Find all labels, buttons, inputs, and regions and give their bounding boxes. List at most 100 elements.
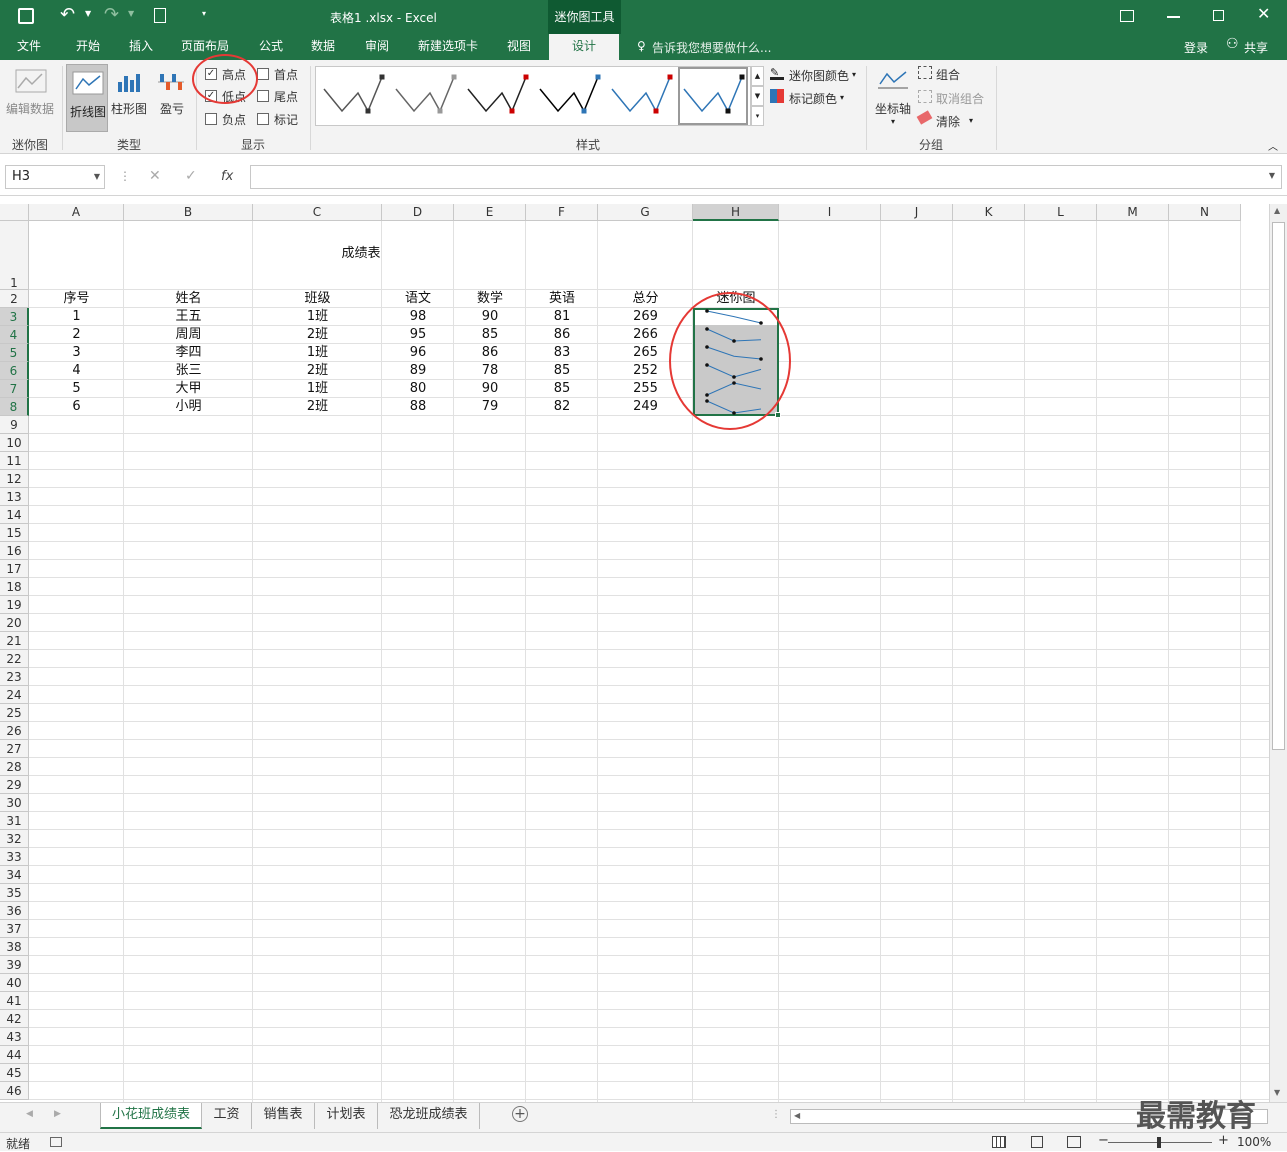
row-header-28[interactable]: 28	[0, 758, 29, 776]
data-cell[interactable]: 4	[29, 362, 124, 380]
row-header-34[interactable]: 34	[0, 866, 29, 884]
row-header-42[interactable]: 42	[0, 1010, 29, 1028]
row-header-14[interactable]: 14	[0, 506, 29, 524]
tab-new[interactable]: 新建选项卡	[408, 34, 488, 60]
column-header-I[interactable]: I	[779, 204, 881, 221]
data-cell[interactable]: 85	[526, 362, 598, 380]
negative-point-checkbox[interactable]	[205, 113, 217, 125]
sparkline-color-button[interactable]: 迷你图颜色	[789, 67, 849, 84]
header-cell[interactable]: 数学	[454, 290, 526, 308]
data-cell[interactable]: 2班	[253, 362, 382, 380]
macro-record-icon[interactable]	[50, 1137, 62, 1147]
row-header-32[interactable]: 32	[0, 830, 29, 848]
collapse-ribbon-icon[interactable]: ︿	[1268, 138, 1278, 153]
tell-me-input[interactable]: 告诉我您想要做什么...	[652, 39, 771, 56]
data-cell[interactable]: 83	[526, 344, 598, 362]
column-header-K[interactable]: K	[953, 204, 1025, 221]
row-header-4[interactable]: 4	[0, 326, 29, 344]
tab-formulas[interactable]: 公式	[248, 34, 294, 60]
column-header-E[interactable]: E	[454, 204, 526, 221]
tab-design[interactable]: 设计	[549, 34, 619, 60]
data-cell[interactable]: 周周	[124, 326, 253, 344]
row-header-15[interactable]: 15	[0, 524, 29, 542]
row-header-18[interactable]: 18	[0, 578, 29, 596]
undo-dropdown-icon[interactable]: ▼	[85, 9, 91, 18]
row-header-20[interactable]: 20	[0, 614, 29, 632]
sheet-prev-icon[interactable]: ◀	[26, 1109, 33, 1119]
row-header-24[interactable]: 24	[0, 686, 29, 704]
markers-checkbox[interactable]	[257, 113, 269, 125]
group-button[interactable]: 组合	[936, 66, 960, 83]
normal-view-icon[interactable]	[992, 1136, 1006, 1148]
style-swatch-2[interactable]	[395, 76, 455, 113]
close-icon[interactable]: ✕	[1257, 4, 1270, 23]
header-cell[interactable]: 班级	[253, 290, 382, 308]
sheet-next-icon[interactable]: ▶	[54, 1109, 61, 1119]
row-header-7[interactable]: 7	[0, 380, 29, 398]
column-header-D[interactable]: D	[382, 204, 454, 221]
row-header-31[interactable]: 31	[0, 812, 29, 830]
sheet-tab-xiaohua[interactable]: 小花班成绩表	[100, 1103, 202, 1129]
data-cell[interactable]: 85	[526, 380, 598, 398]
minimize-icon[interactable]	[1167, 16, 1180, 18]
row-header-26[interactable]: 26	[0, 722, 29, 740]
login-link[interactable]: 登录	[1184, 39, 1208, 56]
redo-icon[interactable]: ↷	[104, 4, 119, 25]
enter-icon[interactable]: ✓	[185, 168, 197, 184]
zoom-slider[interactable]	[1108, 1137, 1212, 1148]
ungroup-button[interactable]: 取消组合	[936, 90, 984, 107]
row-header-19[interactable]: 19	[0, 596, 29, 614]
column-header-N[interactable]: N	[1169, 204, 1241, 221]
column-header-F[interactable]: F	[526, 204, 598, 221]
row-header-43[interactable]: 43	[0, 1028, 29, 1046]
redo-dropdown-icon[interactable]: ▼	[128, 9, 134, 18]
data-cell[interactable]: 89	[382, 362, 454, 380]
row-header-35[interactable]: 35	[0, 884, 29, 902]
tab-view[interactable]: 视图	[494, 34, 544, 60]
row-header-37[interactable]: 37	[0, 920, 29, 938]
row-header-27[interactable]: 27	[0, 740, 29, 758]
scroll-up-icon[interactable]: ▲	[1274, 206, 1280, 215]
column-header-L[interactable]: L	[1025, 204, 1097, 221]
data-cell[interactable]: 小明	[124, 398, 253, 416]
tab-file[interactable]: 文件	[0, 34, 58, 60]
style-gallery[interactable]	[315, 66, 751, 126]
row-header-6[interactable]: 6	[0, 362, 29, 380]
scroll-thumb[interactable]	[1272, 222, 1285, 750]
undo-icon[interactable]: ↶	[60, 4, 75, 25]
data-cell[interactable]: 1班	[253, 308, 382, 326]
data-cell[interactable]: 2班	[253, 326, 382, 344]
row-header-3[interactable]: 3	[0, 308, 29, 326]
page-break-view-icon[interactable]	[1067, 1136, 1081, 1148]
data-cell[interactable]: 80	[382, 380, 454, 398]
column-header-J[interactable]: J	[881, 204, 953, 221]
data-cell[interactable]: 6	[29, 398, 124, 416]
data-cell[interactable]: 王五	[124, 308, 253, 326]
row-header-36[interactable]: 36	[0, 902, 29, 920]
tab-insert[interactable]: 插入	[116, 34, 166, 60]
type-line-button[interactable]: 折线图	[66, 64, 108, 132]
row-header-23[interactable]: 23	[0, 668, 29, 686]
row-header-13[interactable]: 13	[0, 488, 29, 506]
column-header-B[interactable]: B	[124, 204, 253, 221]
row-header-30[interactable]: 30	[0, 794, 29, 812]
new-file-icon[interactable]	[154, 8, 166, 23]
sheet-tab-sales[interactable]: 销售表	[252, 1103, 315, 1129]
edit-data-button[interactable]: 编辑数据	[6, 100, 54, 117]
row-header-2[interactable]: 2	[0, 290, 29, 308]
sheet-tab-salary[interactable]: 工资	[202, 1103, 252, 1129]
ribbon-display-icon[interactable]	[1120, 10, 1134, 22]
data-cell[interactable]: 249	[598, 398, 693, 416]
data-cell[interactable]: 90	[454, 380, 526, 398]
style-swatch-1[interactable]	[323, 76, 383, 113]
row-header-12[interactable]: 12	[0, 470, 29, 488]
column-header-H[interactable]: H	[693, 204, 779, 221]
save-icon[interactable]	[18, 8, 34, 24]
data-cell[interactable]: 2	[29, 326, 124, 344]
tab-data[interactable]: 数据	[300, 34, 346, 60]
data-cell[interactable]: 1	[29, 308, 124, 326]
data-cell[interactable]: 90	[454, 308, 526, 326]
sheet-tab-plan[interactable]: 计划表	[315, 1103, 378, 1129]
data-cell[interactable]: 3	[29, 344, 124, 362]
row-header-25[interactable]: 25	[0, 704, 29, 722]
